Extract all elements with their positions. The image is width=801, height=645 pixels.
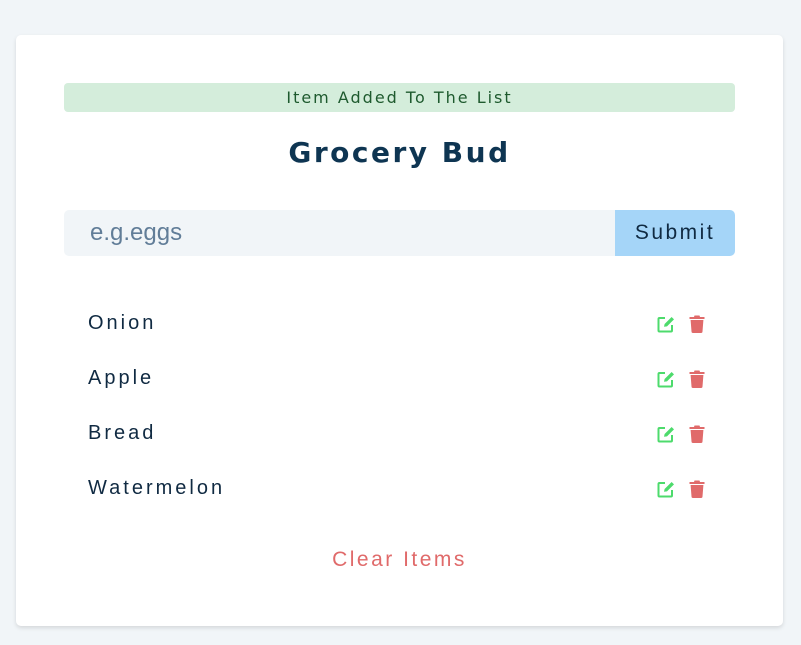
trash-icon [689, 315, 705, 333]
grocery-form: Submit [64, 210, 735, 256]
delete-button[interactable] [687, 425, 707, 445]
item-label: Apple [88, 367, 155, 389]
edit-button[interactable] [656, 370, 676, 390]
page-title: Grocery Bud [288, 136, 511, 169]
edit-icon [657, 372, 674, 388]
grocery-card: Item Added To The List Grocery Bud Submi… [16, 35, 783, 626]
list-item: Apple [64, 353, 735, 408]
clear-container: Clear Items [16, 547, 783, 573]
edit-button[interactable] [656, 480, 676, 500]
grocery-list: Onion Apple Bread Watermelon [64, 298, 735, 518]
item-label: Bread [88, 422, 157, 444]
delete-button[interactable] [687, 370, 707, 390]
grocery-input[interactable] [64, 210, 615, 256]
delete-button[interactable] [687, 315, 707, 335]
edit-button[interactable] [656, 315, 676, 335]
edit-icon [657, 427, 674, 443]
clear-items-button[interactable]: Clear Items [326, 547, 473, 573]
list-item: Watermelon [64, 463, 735, 518]
trash-icon [689, 370, 705, 388]
item-label: Onion [88, 312, 157, 334]
delete-button[interactable] [687, 480, 707, 500]
item-label: Watermelon [88, 477, 226, 499]
trash-icon [689, 480, 705, 498]
success-alert: Item Added To The List [64, 83, 735, 112]
list-item: Onion [64, 298, 735, 353]
list-item: Bread [64, 408, 735, 463]
edit-icon [657, 482, 674, 498]
edit-icon [657, 317, 674, 333]
edit-button[interactable] [656, 425, 676, 445]
trash-icon [689, 425, 705, 443]
submit-button[interactable]: Submit [615, 210, 735, 256]
